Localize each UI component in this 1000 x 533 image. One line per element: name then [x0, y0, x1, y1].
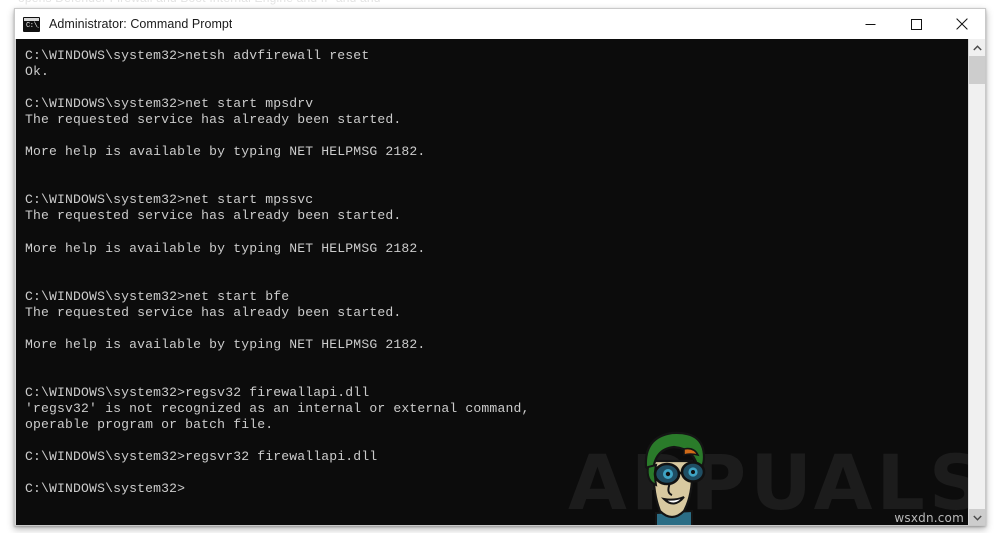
close-icon: [956, 18, 968, 30]
scrollbar-up-button[interactable]: [969, 39, 985, 56]
mascot-icon: [644, 431, 706, 525]
maximize-icon: [910, 18, 922, 30]
console-scrollbar[interactable]: [968, 39, 985, 525]
scrollbar-thumb[interactable]: [969, 56, 985, 84]
console-icon-glyph: C:\_: [26, 21, 40, 30]
titlebar-left-group: C:\_ Administrator: Command Prompt: [15, 16, 847, 32]
scrollbar-down-button[interactable]: [969, 509, 985, 525]
console-text: C:\WINDOWS\system32>netsh advfirewall re…: [25, 48, 530, 497]
close-button[interactable]: [939, 9, 985, 39]
window-title: Administrator: Command Prompt: [49, 17, 233, 31]
scrollbar-track[interactable]: [969, 56, 985, 509]
watermark-brand: APPUALS: [568, 438, 968, 526]
window-titlebar[interactable]: C:\_ Administrator: Command Prompt: [15, 9, 985, 39]
minimize-icon: [865, 23, 875, 25]
console-output-area[interactable]: APPUALS FROM THE EXPERTS: [15, 39, 968, 526]
maximize-button[interactable]: [893, 9, 939, 39]
chevron-down-icon: [972, 515, 982, 521]
screenshot-root: opens Defender Firewall and Boot Interna…: [0, 0, 1000, 533]
command-prompt-window: C:\_ Administrator: Command Prompt APPUA…: [14, 8, 986, 526]
window-client-area: APPUALS FROM THE EXPERTS: [15, 39, 985, 526]
minimize-button[interactable]: [847, 9, 893, 39]
window-controls: [847, 9, 985, 39]
page-bleed-strip: opens Defender Firewall and Boot Interna…: [0, 0, 1000, 8]
page-bleed-text: opens Defender Firewall and Boot Interna…: [18, 0, 381, 5]
console-icon: C:\_: [23, 16, 40, 32]
chevron-up-icon: [972, 44, 982, 50]
site-attribution: wsxdn.com: [894, 511, 964, 525]
